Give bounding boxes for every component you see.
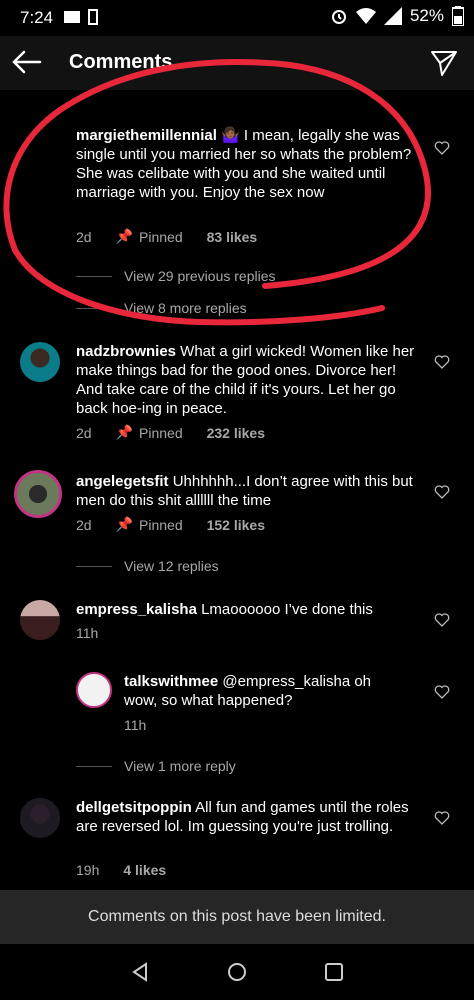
sim-icon [88, 9, 98, 25]
like-heart-icon[interactable] [434, 484, 450, 500]
comment-age: 2d [76, 516, 92, 533]
pinned-label: Pinned [139, 228, 183, 245]
android-nav-bar [0, 944, 474, 1000]
likes-count[interactable]: 232 likes [207, 425, 265, 441]
comment-age: 2d [76, 424, 92, 441]
view-replies-label: View 12 replies [124, 558, 219, 574]
view-more-reply[interactable]: View 1 more reply [76, 758, 236, 774]
comment-text: dellgetsitpoppin All fun and games until… [76, 798, 421, 836]
avatar[interactable] [20, 600, 60, 640]
view-more-replies-label: View 8 more replies [124, 300, 247, 316]
like-heart-icon[interactable] [434, 810, 450, 826]
comment-age: 11h [124, 717, 147, 733]
battery-icon [452, 6, 464, 26]
mail-icon [64, 11, 80, 23]
nav-back-icon[interactable] [130, 962, 150, 982]
comment-text: angelegetsfit Uhhhhhh...I don’t agree wi… [76, 472, 421, 510]
send-icon[interactable] [430, 49, 458, 77]
comments-limited-banner: Comments on this post have been limited. [0, 890, 474, 944]
comment-username[interactable]: dellgetsitpoppin [76, 799, 192, 816]
view-previous-replies[interactable]: View 29 previous replies [76, 268, 276, 284]
nav-home-icon[interactable] [227, 962, 247, 982]
thread-line [76, 565, 112, 567]
comment-meta: 2d 📌 Pinned 152 likes [76, 516, 265, 533]
comment-text: talkswithmee @empress_kalisha oh wow, so… [124, 672, 394, 710]
view-previous-replies-label: View 29 previous replies [124, 268, 276, 284]
status-bar: 7:24 52% [0, 0, 474, 36]
avatar[interactable] [76, 672, 112, 708]
page-title: Comments [69, 51, 173, 73]
thread-line [76, 307, 112, 309]
comment-username[interactable]: talkswithmee [124, 673, 218, 690]
status-time: 7:24 [20, 8, 54, 27]
avatar[interactable] [20, 798, 60, 838]
back-arrow-icon[interactable] [12, 50, 42, 74]
likes-count[interactable]: 4 likes [123, 862, 166, 878]
header: Comments [0, 36, 474, 90]
comment-meta: 2d 📌 Pinned 83 likes [76, 228, 257, 245]
comment-age: 2d [76, 228, 92, 245]
comment-text: empress_kalisha Lmaoooooo I’ve done this [76, 600, 421, 619]
battery-percent: 52% [409, 6, 444, 25]
comment-username[interactable]: empress_kalisha [76, 601, 197, 618]
comment-age: 11h [76, 625, 99, 641]
comment-meta: 11h [124, 717, 146, 733]
comment-age: 19h [76, 862, 100, 878]
comment-text: nadzbrownies What a girl wicked! Women l… [76, 342, 421, 418]
comment-emoji: 🤷🏾‍♀️ [221, 127, 240, 144]
likes-count[interactable]: 152 likes [207, 517, 265, 533]
alarm-icon [331, 10, 346, 24]
signal-icon [383, 7, 402, 25]
thread-line [76, 765, 112, 767]
avatar[interactable] [20, 342, 60, 382]
thread-line [76, 275, 112, 277]
like-heart-icon[interactable] [434, 354, 450, 370]
pin-icon: 📌 [115, 424, 134, 440]
like-heart-icon[interactable] [434, 684, 450, 700]
comment-list[interactable]: margiethemillennial 🤷🏾‍♀️ I mean, legall… [0, 90, 474, 890]
comment-text: margiethemillennial 🤷🏾‍♀️ I mean, legall… [76, 126, 421, 202]
view-replies[interactable]: View 12 replies [76, 558, 219, 574]
comment-meta: 19h 4 likes [76, 862, 166, 878]
comment-meta: 2d 📌 Pinned 232 likes [76, 424, 265, 441]
comment-username[interactable]: nadzbrownies [76, 343, 176, 360]
like-heart-icon[interactable] [434, 140, 450, 156]
pinned-label: Pinned [139, 516, 183, 533]
nav-recents-icon[interactable] [324, 962, 344, 982]
avatar[interactable] [14, 470, 62, 518]
likes-count[interactable]: 83 likes [207, 229, 258, 245]
status-right: 52% [330, 6, 464, 26]
comment-username[interactable]: angelegetsfit [76, 473, 169, 490]
view-more-replies[interactable]: View 8 more replies [76, 300, 247, 316]
comment-body: Lmaoooooo I’ve done this [196, 601, 373, 618]
pin-icon: 📌 [115, 228, 134, 244]
comment-meta: 11h [76, 625, 98, 641]
like-heart-icon[interactable] [434, 612, 450, 628]
comment-username[interactable]: margiethemillennial [76, 127, 217, 144]
wifi-icon [355, 8, 376, 24]
pin-icon: 📌 [115, 516, 134, 532]
pinned-label: Pinned [139, 424, 183, 441]
view-more-reply-label: View 1 more reply [124, 758, 236, 774]
